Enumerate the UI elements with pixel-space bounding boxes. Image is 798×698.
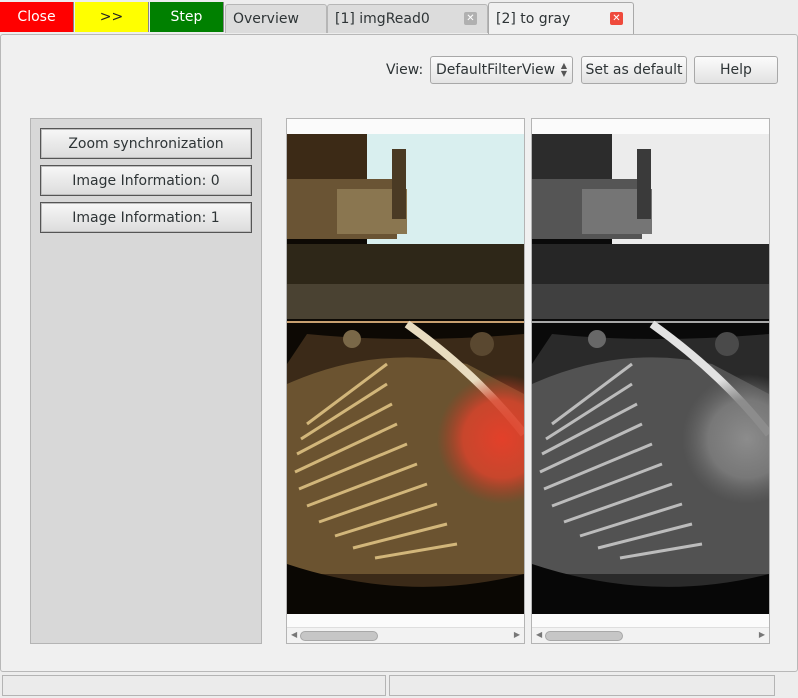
step-button[interactable]: Step: [150, 2, 224, 32]
status-bar-right: [389, 675, 775, 696]
close-button[interactable]: Close: [0, 2, 74, 32]
tab-label: Overview: [233, 11, 299, 27]
tab-overview[interactable]: Overview: [225, 4, 327, 33]
image-info-0-button[interactable]: Image Information: 0: [40, 165, 252, 196]
image-info-1-button[interactable]: Image Information: 1: [40, 202, 252, 233]
arrow-left-icon[interactable]: ◀: [536, 630, 542, 639]
arrow-right-icon[interactable]: ▶: [514, 630, 520, 639]
horizontal-scrollbar[interactable]: ◀ ▶: [532, 627, 769, 643]
help-button[interactable]: Help: [694, 56, 778, 84]
top-bar: Close >> Step Overview [1] imgRead0 ✕ [2…: [0, 0, 798, 35]
close-icon[interactable]: ✕: [610, 12, 623, 25]
view-select-value: DefaultFilterView: [436, 62, 556, 78]
scrollbar-thumb[interactable]: [300, 631, 378, 641]
fast-forward-button[interactable]: >>: [75, 2, 149, 32]
filter-view-panel: View: DefaultFilterView ▲ ▼ Set as defaul…: [0, 34, 798, 672]
view-select[interactable]: DefaultFilterView ▲ ▼: [430, 56, 573, 84]
status-bar-left: [2, 675, 386, 696]
tab-to-gray[interactable]: [2] to gray ✕: [488, 2, 634, 35]
tab-label: [2] to gray: [496, 11, 571, 27]
horizontal-scrollbar[interactable]: ◀ ▶: [287, 627, 524, 643]
arrow-right-icon[interactable]: ▶: [759, 630, 765, 639]
typewriter-image-color[interactable]: [287, 134, 524, 614]
view-label: View:: [386, 62, 424, 78]
zoom-sync-button[interactable]: Zoom synchronization: [40, 128, 252, 159]
tab-imgread0[interactable]: [1] imgRead0 ✕: [327, 4, 488, 33]
info-panel: Zoom synchronization Image Information: …: [30, 118, 262, 644]
image-viewer-output[interactable]: ◀ ▶: [531, 118, 770, 644]
image-viewer-input[interactable]: ◀ ▶: [286, 118, 525, 644]
close-icon[interactable]: ✕: [464, 12, 477, 25]
spin-arrows-icon: ▲ ▼: [560, 61, 567, 78]
typewriter-image-gray[interactable]: [532, 134, 769, 614]
arrow-left-icon[interactable]: ◀: [291, 630, 297, 639]
tab-label: [1] imgRead0: [335, 11, 430, 27]
scrollbar-thumb[interactable]: [545, 631, 623, 641]
set-as-default-button[interactable]: Set as default: [581, 56, 687, 84]
